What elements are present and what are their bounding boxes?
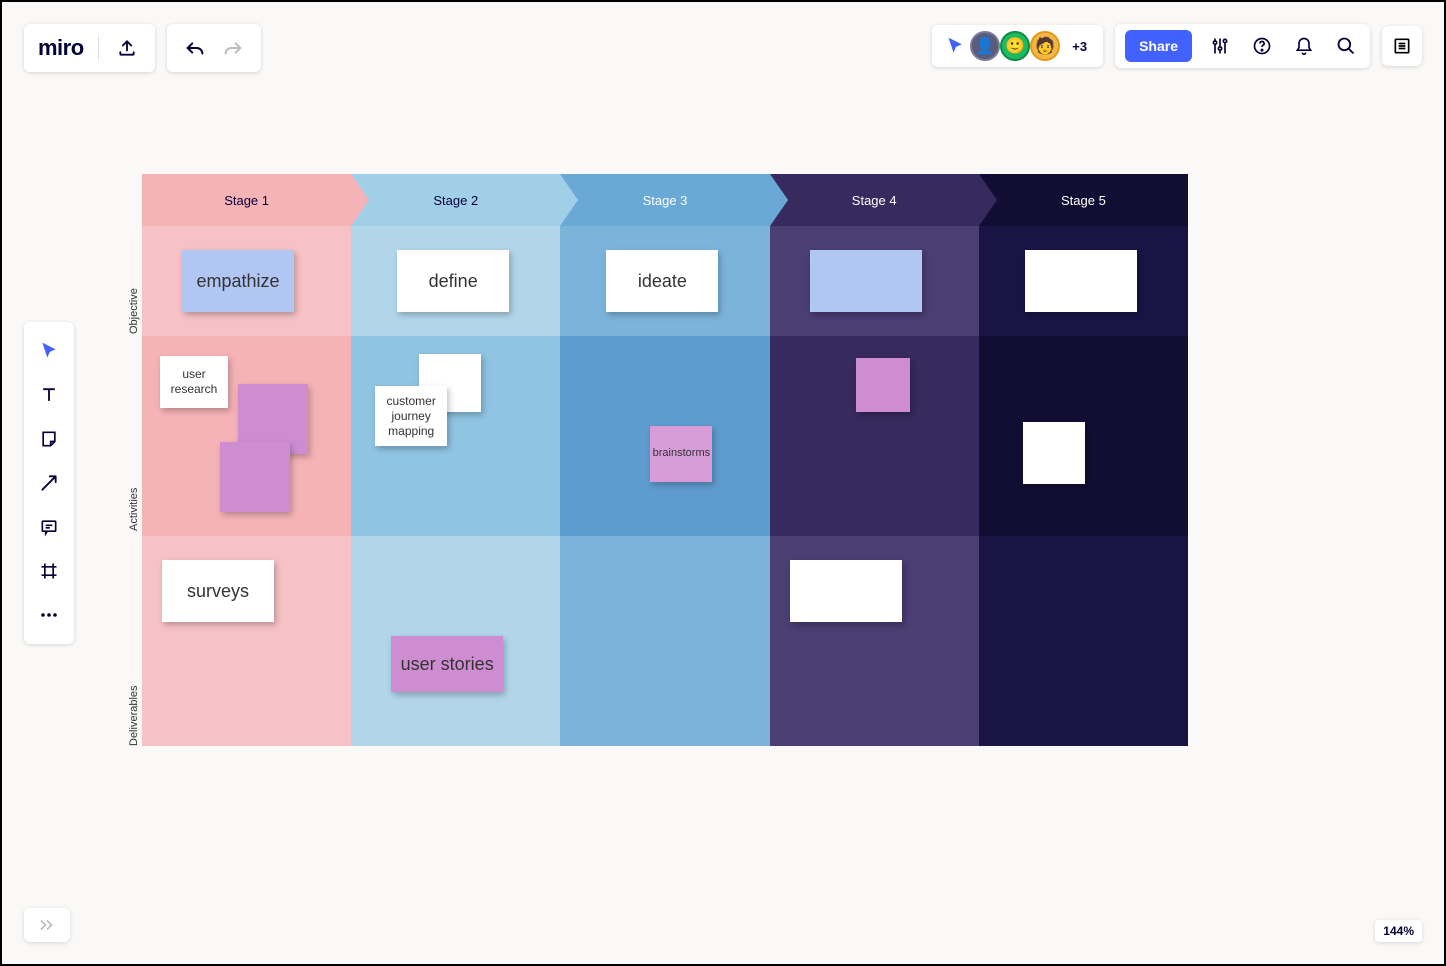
text-tool[interactable] [30,376,68,414]
sticky-blank[interactable] [790,560,902,622]
sticky-user-stories[interactable]: user stories [391,636,503,692]
search-icon[interactable] [1332,32,1360,60]
activity-panel-button[interactable] [1382,26,1422,66]
sticky-surveys[interactable]: surveys [162,560,274,622]
sticky-ideate[interactable]: ideate [606,250,718,312]
stage-grid: empathize define ideate user research cu… [142,226,1188,746]
select-tool[interactable] [30,332,68,370]
stages-header: Stage 1 Stage 2 Stage 3 Stage 4 Stage 5 [142,174,1188,226]
expand-panel-button[interactable] [24,908,70,942]
row-label: Activities [128,488,140,531]
presentation-cursor-icon[interactable] [942,32,970,60]
redo-icon[interactable] [219,34,247,62]
sticky-empathize[interactable]: empathize [182,250,294,312]
share-button[interactable]: Share [1125,30,1192,62]
notifications-icon[interactable] [1290,32,1318,60]
avatar[interactable]: 👤 [970,31,1000,61]
left-toolbar [24,322,74,644]
sticky-cjm[interactable]: customer journey mapping [375,386,447,446]
stage-header[interactable]: Stage 1 [142,174,351,226]
zoom-level[interactable]: 144% [1375,920,1422,942]
sticky-brainstorms[interactable]: brainstorms [650,426,712,482]
sticky-blank[interactable] [810,250,922,312]
app-logo[interactable]: miro [38,35,84,61]
more-tools[interactable] [30,596,68,634]
undo-icon[interactable] [181,34,209,62]
help-icon[interactable] [1248,32,1276,60]
sticky-user-research[interactable]: user research [160,356,228,408]
stage-header[interactable]: Stage 4 [770,174,979,226]
row-labels: Objective Activities Deliverables [128,226,142,746]
arrow-tool[interactable] [30,464,68,502]
settings-icon[interactable] [1206,32,1234,60]
stage-header[interactable]: Stage 2 [351,174,560,226]
sticky-blank[interactable] [1025,250,1137,312]
stage-header[interactable]: Stage 5 [979,174,1188,226]
undo-redo-group [167,24,261,72]
export-icon[interactable] [113,34,141,62]
row-label: Objective [128,288,140,334]
board-header: miro [24,24,155,72]
sticky-define[interactable]: define [397,250,509,312]
overflow-collaborators[interactable]: +3 [1066,35,1093,58]
sticky-blank[interactable] [1023,422,1085,484]
comment-tool[interactable] [30,508,68,546]
divider [98,35,99,61]
avatar[interactable]: 🧑 [1030,31,1060,61]
frame-tool[interactable] [30,552,68,590]
avatar[interactable]: 🙂 [1000,31,1030,61]
sticky-note-tool[interactable] [30,420,68,458]
sticky-blank[interactable] [856,358,910,412]
top-right-tools: Share [1115,24,1370,68]
sticky-blank[interactable] [220,442,290,512]
row-label: Deliverables [128,685,140,746]
board-canvas[interactable]: Objective Activities Deliverables Stage … [142,174,1188,746]
collaborators: 👤 🙂 🧑 +3 [932,25,1103,67]
stage-header[interactable]: Stage 3 [560,174,769,226]
